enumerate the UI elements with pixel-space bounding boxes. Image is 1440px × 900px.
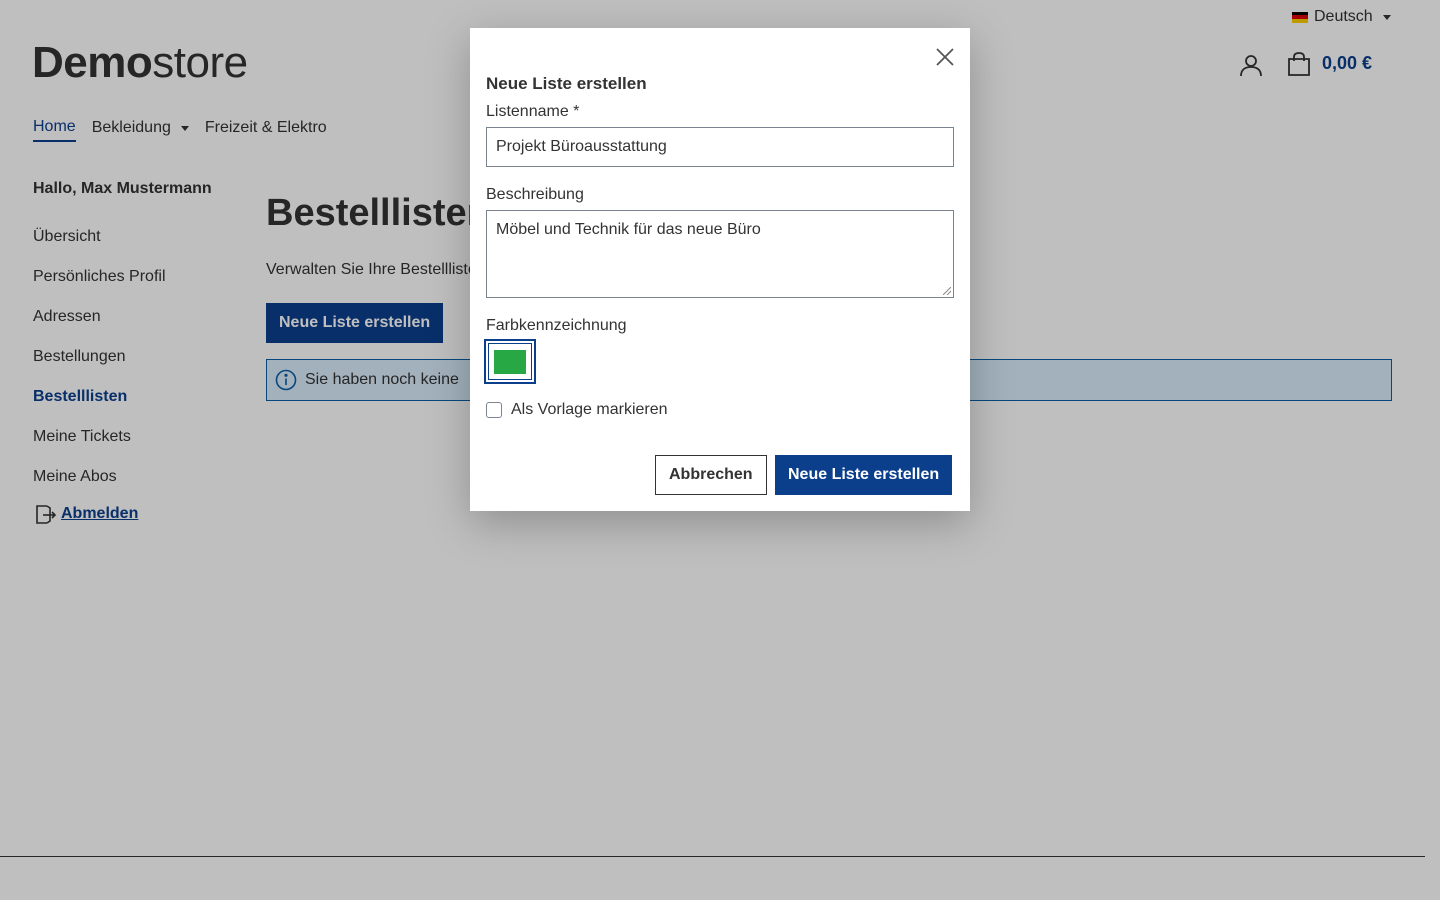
- cancel-button[interactable]: Abbrechen: [655, 455, 767, 495]
- list-name-label: Listenname *: [486, 103, 580, 120]
- description-value: Möbel und Technik für das neue Büro: [496, 221, 761, 238]
- template-checkbox-label[interactable]: Als Vorlage markieren: [511, 401, 668, 419]
- submit-button[interactable]: Neue Liste erstellen: [775, 455, 953, 495]
- list-name-input[interactable]: Projekt Büroausstattung: [486, 127, 954, 167]
- resize-handle-icon[interactable]: [943, 287, 951, 295]
- description-label: Beschreibung: [486, 186, 584, 203]
- new-list-dialog: Neue Liste erstellen Listenname * Projek…: [470, 28, 970, 511]
- template-checkbox-row: Als Vorlage markieren: [486, 401, 668, 419]
- color-label: Farbkennzeichnung: [486, 317, 627, 334]
- color-swatch-green: [494, 349, 526, 374]
- description-textarea[interactable]: Möbel und Technik für das neue Büro: [486, 210, 954, 298]
- color-swatch-selected[interactable]: [484, 339, 536, 384]
- template-checkbox[interactable]: [486, 402, 502, 418]
- close-icon[interactable]: [934, 46, 956, 68]
- color-swatch-frame: [488, 343, 532, 380]
- dialog-title: Neue Liste erstellen: [486, 74, 647, 93]
